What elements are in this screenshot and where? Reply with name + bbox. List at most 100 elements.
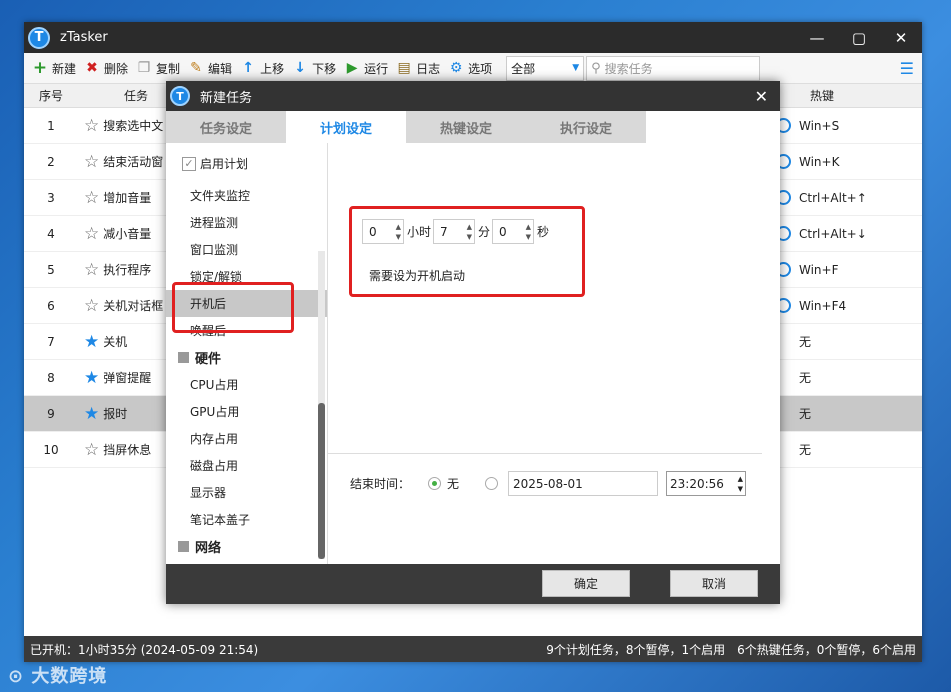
filter-value: 全部 — [511, 61, 536, 76]
hotkey-text: Win+F — [799, 262, 839, 277]
task-name: 减小音量 — [103, 227, 152, 241]
row-number: 4 — [47, 226, 55, 241]
menu-item-folder-monitor[interactable]: 文件夹监控 — [166, 182, 327, 209]
end-time-value: 23:20:56 — [670, 476, 724, 491]
edit-button[interactable]: ✎ 编辑 — [188, 60, 232, 77]
filter-select[interactable]: 全部 ▼ — [506, 55, 585, 81]
maximize-icon[interactable]: ▢ — [838, 22, 880, 53]
hotkey-cell: Ctrl+Alt+↑ — [776, 190, 867, 205]
network-group-label: 网络 — [195, 541, 222, 556]
star-icon[interactable]: ★ — [84, 368, 99, 388]
task-name: 增加音量 — [103, 191, 152, 205]
hotkey-text: Win+F4 — [799, 298, 847, 313]
row-number: 7 — [47, 334, 55, 349]
copy-button[interactable]: ❐ 复制 — [136, 60, 180, 77]
move-up-button[interactable]: ↑ 上移 — [240, 60, 284, 77]
scrollbar-thumb[interactable] — [318, 403, 325, 559]
star-icon[interactable]: ☆ — [84, 296, 99, 316]
chevron-down-icon: ▼ — [572, 63, 580, 73]
menu-group-network[interactable]: 网络 — [166, 533, 327, 560]
row-number: 9 — [47, 406, 55, 421]
options-button[interactable]: ⚙ 选项 — [448, 60, 492, 77]
watermark-logo-icon: ⊙ — [8, 666, 32, 687]
title-bar: T zTasker — ▢ ✕ — [24, 22, 922, 53]
end-none-radio[interactable] — [428, 477, 442, 490]
tab-exec-settings[interactable]: 执行设定 — [526, 111, 646, 143]
delete-button[interactable]: ✖ 删除 — [84, 60, 128, 77]
enable-plan-checkbox[interactable]: ✓ 启用计划 — [182, 155, 327, 172]
hotkey-cell: Ctrl+Alt+↓ — [776, 226, 867, 241]
hotkey-text: 无 — [799, 371, 812, 385]
star-icon[interactable]: ☆ — [84, 224, 99, 244]
toolbar: + 新建 ✖ 删除 ❐ 复制 ✎ 编辑 ↑ 上移 ↓ 下移 ▶ 运行 ▤ 日志 ⚙ 选项 全部 ▼ … — [24, 53, 922, 84]
cancel-button[interactable]: 取消 — [670, 570, 758, 597]
edit-icon: ✎ — [190, 60, 202, 76]
dialog-title-bar: T 新建任务 ✕ — [166, 81, 780, 111]
star-icon[interactable]: ☆ — [84, 260, 99, 280]
move-up-label: 上移 — [260, 61, 285, 76]
menu-item-laptop-lid[interactable]: 笔记本盖子 — [166, 506, 327, 533]
tab-task-settings[interactable]: 任务设定 — [166, 111, 286, 143]
trigger-panel: ✓ 启用计划 文件夹监控 进程监测 窗口监测 锁定/解锁 开机后 唤醒后 硬件 … — [166, 143, 328, 564]
run-label: 运行 — [364, 61, 389, 76]
group-icon — [178, 541, 189, 552]
minimize-icon[interactable]: — — [796, 22, 838, 53]
divider — [328, 453, 762, 454]
star-icon[interactable]: ☆ — [84, 440, 99, 460]
delete-icon: ✖ — [86, 60, 98, 76]
menu-group-hardware[interactable]: 硬件 — [166, 344, 327, 371]
menu-item-disk[interactable]: 磁盘占用 — [166, 452, 327, 479]
end-time-field[interactable]: 23:20:56 ▲ ▼ — [666, 471, 747, 496]
dialog-footer: 确定 取消 — [166, 564, 780, 604]
plus-icon: + — [32, 58, 48, 78]
hotkey-cell: 无 — [776, 333, 811, 350]
menu-item-window-monitor[interactable]: 窗口监测 — [166, 236, 327, 263]
tab-schedule-settings[interactable]: 计划设定 — [286, 111, 406, 143]
menu-item-memory[interactable]: 内存占用 — [166, 425, 327, 452]
arrow-up-icon: ↑ — [242, 60, 254, 76]
close-icon[interactable]: ✕ — [880, 22, 922, 53]
list-view-icon[interactable]: ☰ — [900, 59, 914, 78]
log-icon: ▤ — [397, 60, 411, 76]
hotkey-cell: Win+F4 — [776, 298, 846, 313]
menu-item-display[interactable]: 显示器 — [166, 479, 327, 506]
log-label: 日志 — [416, 61, 441, 76]
menu-item-gpu[interactable]: GPU占用 — [166, 398, 327, 425]
task-name: 搜索选中文 — [103, 119, 164, 133]
options-label: 选项 — [468, 61, 493, 76]
menu-scrollbar[interactable] — [318, 251, 325, 559]
hotkey-text: 无 — [799, 443, 812, 457]
search-placeholder: 搜索任务 — [604, 61, 653, 76]
dialog-close-icon[interactable]: ✕ — [755, 87, 768, 106]
end-none-label: 无 — [447, 477, 460, 491]
hotkey-cell: Win+F — [776, 262, 839, 277]
star-icon[interactable]: ☆ — [84, 188, 99, 208]
play-icon: ▶ — [346, 60, 358, 76]
row-number: 1 — [47, 118, 55, 133]
end-date-radio[interactable] — [485, 477, 499, 490]
ok-button[interactable]: 确定 — [542, 570, 630, 597]
status-bar: 已开机：1小时35分 (2024-05-09 21:54) 9个计划任务，8个暂… — [24, 636, 922, 662]
menu-item-cpu[interactable]: CPU占用 — [166, 371, 327, 398]
star-icon[interactable]: ☆ — [84, 116, 99, 136]
task-name: 弹窗提醒 — [103, 371, 152, 385]
delete-label: 删除 — [104, 61, 129, 76]
search-input[interactable]: ⚲ 搜索任务 — [586, 55, 761, 81]
row-number: 2 — [47, 154, 55, 169]
move-down-button[interactable]: ↓ 下移 — [292, 60, 336, 77]
star-icon[interactable]: ★ — [84, 404, 99, 424]
end-date-field[interactable]: 2025-08-01 — [508, 471, 659, 496]
log-button[interactable]: ▤ 日志 — [396, 60, 440, 77]
hotkey-cell: Win+K — [776, 154, 839, 169]
col-hotkey-header[interactable]: 热键 — [810, 87, 834, 104]
menu-item-process-monitor[interactable]: 进程监测 — [166, 209, 327, 236]
hardware-group-label: 硬件 — [195, 352, 222, 367]
tab-hotkey-settings[interactable]: 热键设定 — [406, 111, 526, 143]
end-time-label: 结束时间： — [350, 477, 411, 491]
new-button[interactable]: + 新建 — [32, 58, 76, 78]
star-icon[interactable]: ☆ — [84, 152, 99, 172]
col-no-header[interactable]: 序号 — [24, 87, 78, 104]
stepper-arrows-icon[interactable]: ▲ ▼ — [738, 474, 743, 494]
star-icon[interactable]: ★ — [84, 332, 99, 352]
run-button[interactable]: ▶ 运行 — [344, 60, 388, 77]
